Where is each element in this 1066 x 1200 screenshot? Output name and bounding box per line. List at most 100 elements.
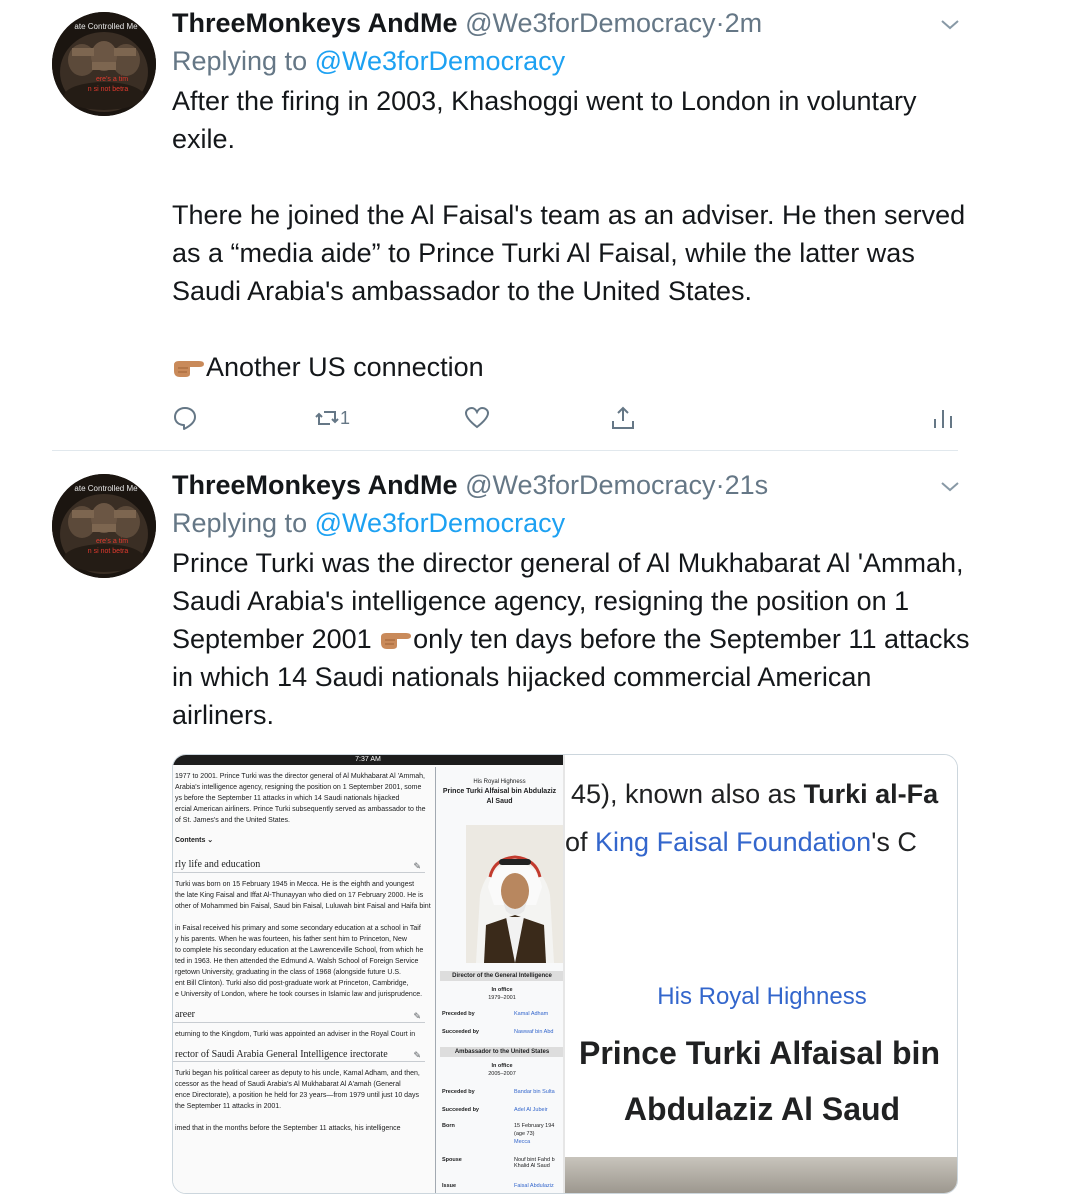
status-bar: 7:37 AM — [173, 755, 563, 765]
infobox-term: 1979–2001 — [488, 995, 516, 1001]
infobox-honorific: His Royal Highness — [473, 779, 526, 785]
user-handle[interactable]: @We3forDemocracy — [465, 470, 715, 500]
tweet-timestamp[interactable]: 21s — [725, 470, 769, 500]
tweet-media[interactable]: 7:37 AM 1977 to 2001. Prince Turki was t… — [172, 754, 958, 1194]
svg-text:n si not betra: n si not betra — [88, 86, 129, 93]
wiki-line: to complete his secondary education at t… — [175, 947, 424, 954]
infobox-link[interactable]: Mecca — [514, 1139, 530, 1145]
tweet-text: Prince Turki was the director general of… — [172, 544, 972, 734]
wiki-line: 1977 to 2001. Prince Turki was the direc… — [175, 773, 425, 780]
svg-text:n si not betra: n si not betra — [88, 548, 129, 555]
display-name[interactable]: ThreeMonkeys AndMe — [172, 470, 458, 500]
wiki-line: the late King Faisal and Iffat Al-Thunay… — [175, 892, 424, 899]
user-handle[interactable]: @We3forDemocracy — [465, 8, 715, 38]
infobox-section: Ambassador to the United States — [440, 1047, 564, 1057]
tweet-paragraph: There he joined the Al Faisal's team as … — [172, 200, 966, 306]
portrait-photo — [466, 825, 564, 963]
like-button[interactable] — [464, 400, 490, 436]
wiki-line: y his parents. When he was fourteen, his… — [175, 936, 407, 943]
retweet-count: 1 — [340, 407, 351, 428]
tweet-header: ThreeMonkeys AndMe @We3forDemocracy·2m — [172, 6, 762, 40]
wiki-line: ence Directorate), a position he held fo… — [175, 1092, 419, 1099]
replying-to-label: Replying to — [172, 508, 308, 538]
analytics-icon — [934, 410, 952, 428]
heart-icon — [464, 406, 490, 429]
infobox-link[interactable]: Nawwaf bin Abd — [514, 1029, 553, 1035]
wiki-line: ercial American airliners. Prince Turki … — [175, 806, 426, 813]
avatar[interactable]: ate Controlled Me ere's a tim n si not b… — [52, 12, 156, 116]
wiki-article: 1977 to 2001. Prince Turki was the direc… — [173, 767, 431, 1193]
svg-text:ere's a tim: ere's a tim — [96, 76, 128, 83]
wiki-line: Arabia's intelligence agency, resigning … — [175, 784, 422, 791]
wiki-line: the September 11 attacks in 2001. — [175, 1103, 282, 1110]
wiki-line: ted in 1963. He then attended the Edmund… — [175, 958, 419, 965]
wiki-line: rgetown University, graduating in the cl… — [175, 969, 401, 976]
tweet-1[interactable]: ate Controlled Me ere's a tim n si not b… — [0, 0, 1066, 450]
replying-to-label: Replying to — [172, 46, 308, 76]
tweet-timestamp[interactable]: 2m — [725, 8, 763, 38]
replying-to-handle[interactable]: @We3forDemocracy — [315, 46, 565, 76]
wiki-line: eturning to the Kingdom, Turki was appoi… — [175, 1031, 416, 1038]
zoomed-name-line: Abdulaziz Al Saud — [623, 1091, 901, 1127]
avatar[interactable]: ate Controlled Me ere's a tim n si not b… — [52, 474, 156, 578]
reply-icon — [174, 407, 196, 430]
status-time: 7:37 AM — [355, 756, 381, 763]
wiki-line: e University of London, where he took co… — [175, 991, 423, 998]
infobox-link[interactable]: Faisal Abdulaziz — [514, 1183, 568, 1189]
edit-pencil-icon: ✎ — [413, 1011, 421, 1021]
retweet-icon — [315, 411, 339, 425]
tweet-header: ThreeMonkeys AndMe @We3forDemocracy·21s — [172, 468, 768, 502]
infobox-link[interactable]: Bandar bin Sulta — [514, 1089, 555, 1095]
tweet-actions: 1 — [172, 400, 962, 436]
zoomed-link[interactable]: King Faisal Foundation — [595, 827, 871, 857]
wiki-line: Turki began his political career as depu… — [175, 1070, 420, 1077]
wiki-line — [173, 1112, 431, 1123]
zoomed-text-line: of King Faisal Foundation's C — [565, 827, 917, 857]
infobox-in-office: In office — [491, 987, 513, 993]
share-button[interactable] — [610, 400, 636, 436]
wiki-line: ccessor as the head of Saudi Arabia's Al… — [175, 1081, 401, 1088]
media-image-left[interactable]: 7:37 AM 1977 to 2001. Prince Turki was t… — [173, 755, 564, 1193]
infobox-name: Prince Turki Alfaisal bin Abdulaziz Al S… — [442, 788, 557, 805]
edit-pencil-icon: ✎ — [413, 861, 421, 871]
replying-to-handle[interactable]: @We3forDemocracy — [315, 508, 565, 538]
wiki-line: in Faisal received his primary and some … — [175, 925, 421, 932]
pointing-right-emoji-icon — [174, 361, 204, 377]
tweet-paragraph: After the firing in 2003, Khashoggi went… — [172, 86, 917, 154]
separator-dot: · — [715, 8, 725, 38]
tweet-text: After the firing in 2003, Khashoggi went… — [172, 82, 972, 386]
infobox-term: 2005–2007 — [488, 1071, 516, 1077]
tweet-divider — [52, 450, 958, 451]
svg-text:ate Controlled Me: ate Controlled Me — [74, 484, 138, 493]
infobox-section: Director of the General Intelligence — [440, 971, 564, 981]
avatar-image: ate Controlled Me ere's a tim n si not b… — [52, 12, 156, 116]
reply-button[interactable] — [172, 400, 198, 436]
retweet-button[interactable]: 1 — [314, 400, 350, 436]
wiki-line: imed that in the months before the Septe… — [175, 1125, 401, 1132]
analytics-button[interactable] — [930, 400, 956, 436]
infobox-in-office: In office — [491, 1063, 513, 1069]
infobox-link[interactable]: Kamal Adham — [514, 1011, 548, 1017]
zoomed-photo-edge — [565, 1157, 957, 1193]
wiki-section-heading: areer ✎ — [173, 1008, 425, 1023]
wiki-infobox: His Royal Highness Prince Turki Alfaisal… — [435, 767, 564, 1193]
zoomed-honorific: His Royal Highness — [657, 983, 867, 1010]
svg-text:ere's a tim: ere's a tim — [96, 538, 128, 545]
replying-to: Replying to @We3forDemocracy — [172, 44, 565, 78]
separator-dot: · — [715, 470, 725, 500]
zoomed-text-line: 45), known also as Turki al-Fa — [571, 779, 939, 809]
chevron-down-icon[interactable] — [938, 476, 962, 496]
infobox-link[interactable]: Adel Al Jubeir — [514, 1107, 548, 1113]
chevron-down-icon[interactable] — [938, 14, 962, 34]
wiki-line: Turki was born on 15 February 1945 in Me… — [175, 881, 415, 888]
media-image-right[interactable]: 45), known also as Turki al-Fa of King F… — [565, 755, 957, 1193]
wiki-section-heading: rly life and education ✎ — [173, 858, 425, 873]
svg-text:ate Controlled Me: ate Controlled Me — [74, 22, 138, 31]
zoomed-name-line: Prince Turki Alfaisal bin — [579, 1035, 940, 1071]
replying-to: Replying to @We3forDemocracy — [172, 506, 565, 540]
tweet-paragraph: Prince Turki was the director general of… — [172, 544, 972, 734]
display-name[interactable]: ThreeMonkeys AndMe — [172, 8, 458, 38]
portrait-image — [466, 825, 564, 963]
share-icon — [612, 406, 634, 429]
tweet-2[interactable]: ate Controlled Me ere's a tim n si not b… — [0, 462, 1066, 1200]
